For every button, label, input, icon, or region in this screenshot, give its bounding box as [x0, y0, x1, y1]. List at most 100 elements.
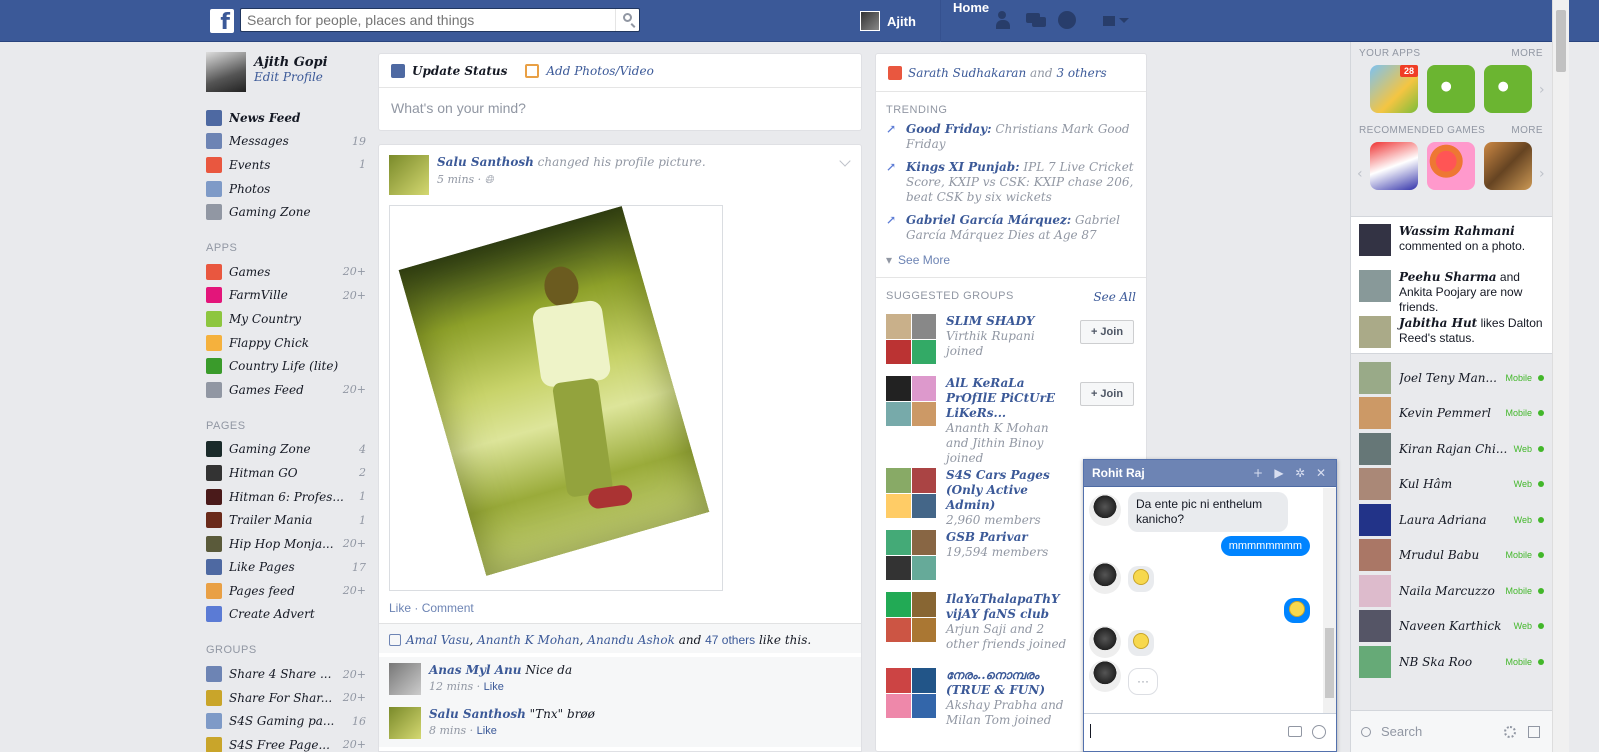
profile-link[interactable]: Ajith [860, 0, 916, 42]
group-item[interactable]: Share For Shar... 20+ [206, 686, 366, 710]
add-photos-tab[interactable]: Add Photos/Video [525, 63, 654, 78]
comment-time[interactable]: 12 mins · [429, 680, 484, 693]
page-item[interactable]: Hitman GO 2 [206, 461, 366, 485]
trending-item[interactable]: ↗ Gabriel García Márquez: Gabriel García … [876, 211, 1146, 245]
app-item[interactable]: Games Feed 20+ [206, 378, 366, 402]
camera-icon[interactable] [1288, 726, 1302, 737]
nav-item[interactable]: News Feed [206, 106, 366, 130]
edit-profile-link[interactable]: Edit Profile [254, 70, 328, 84]
emoticon-icon[interactable] [1312, 725, 1326, 739]
avatar[interactable] [206, 52, 246, 92]
app-item[interactable]: FarmVille 20+ [206, 284, 366, 308]
app-flappy-icon[interactable] [1484, 65, 1532, 113]
trending-topic[interactable]: Kings XI Punjab: [906, 160, 1020, 174]
comment-like-link[interactable]: Like [477, 725, 497, 737]
likes-others-link[interactable]: 47 others [705, 633, 755, 647]
comment-link[interactable]: Comment [422, 601, 474, 615]
page-item[interactable]: Like Pages 17 [206, 556, 366, 580]
trending-item[interactable]: ↗ Good Friday: Christians Mark Good Frida… [876, 120, 1146, 154]
group-photos[interactable] [886, 468, 936, 518]
app-item[interactable]: Flappy Chick [206, 331, 366, 355]
group-photos[interactable] [886, 530, 936, 580]
group-name[interactable]: GSB Parivar [946, 530, 1072, 545]
page-item[interactable]: Create Advert [206, 603, 366, 627]
more-link[interactable]: MORE [1511, 48, 1543, 59]
chat-search-input[interactable]: Search [1381, 724, 1504, 739]
page-item[interactable]: Trailer Mania 1 [206, 508, 366, 532]
see-more-link[interactable]: See More [876, 249, 1146, 278]
group-item[interactable]: S4S Gaming pa... 16 [206, 709, 366, 733]
game-candy-crush-icon[interactable] [1427, 142, 1475, 190]
profile-name[interactable]: Ajith Gopi [254, 55, 328, 70]
comment-avatar[interactable] [389, 707, 421, 739]
page-scrollbar[interactable] [1552, 0, 1569, 752]
gear-icon[interactable]: ✲ [1294, 467, 1306, 479]
see-all-link[interactable]: See All [1093, 290, 1136, 304]
group-name[interactable]: IlaYaThalapaThY vijAY faNS club [946, 592, 1072, 622]
comment-author[interactable]: Anas Myl Anu [429, 663, 522, 677]
chat-friend[interactable]: Mrudul Babu Mobile [1351, 538, 1552, 574]
home-link[interactable]: Home [940, 0, 1001, 42]
privacy-shortcuts-icon[interactable] [1103, 11, 1143, 29]
status-input[interactable]: What's on your mind? [379, 88, 861, 128]
profile-picture-photo[interactable] [389, 205, 723, 591]
like-link[interactable]: Like [389, 601, 411, 615]
facebook-logo[interactable]: f [210, 9, 234, 33]
group-item[interactable]: Share 4 Share ... 20+ [206, 662, 366, 686]
birthday-name[interactable]: Sarath Sudhakaran [908, 66, 1026, 80]
chat-input[interactable] [1084, 713, 1336, 751]
notifications-icon[interactable] [1058, 11, 1076, 29]
search-button[interactable] [615, 9, 639, 31]
group-name[interactable]: S4S Cars Pages (Only Active Admin) [946, 468, 1072, 513]
game-icon[interactable] [1484, 142, 1532, 190]
group-photos[interactable] [886, 376, 936, 426]
chat-friend[interactable]: Laura Adriana Web [1351, 502, 1552, 538]
group-photos[interactable] [886, 592, 936, 642]
chat-friend[interactable]: Kevin Pemmerl Mobile [1351, 396, 1552, 432]
page-item[interactable]: Pages feed 20+ [206, 579, 366, 603]
chat-friend[interactable]: Naila Marcuzzo Mobile [1351, 573, 1552, 609]
chat-title[interactable]: Rohit Raj [1092, 466, 1252, 480]
chat-friend[interactable]: Kiran Rajan Chi... Web [1351, 431, 1552, 467]
page-item[interactable]: Gaming Zone 4 [206, 438, 366, 462]
chat-friend[interactable]: Naveen Karthick Web [1351, 609, 1552, 645]
chat-friend[interactable]: Kul Hâm Web [1351, 467, 1552, 503]
update-status-tab[interactable]: Update Status [391, 63, 507, 78]
birthday-reminder[interactable]: Sarath Sudhakaran and 3 others [876, 54, 1146, 92]
nav-item[interactable]: Events 1 [206, 153, 366, 177]
chevron-down-icon[interactable] [839, 155, 851, 167]
chat-friend[interactable]: Joel Teny Man... Mobile [1351, 360, 1552, 396]
story-author[interactable]: Salu Santhosh [437, 155, 534, 169]
profile-card[interactable]: Ajith Gopi Edit Profile [206, 52, 366, 94]
app-item[interactable]: Country Life (lite) [206, 354, 366, 378]
messages-icon[interactable] [1026, 11, 1046, 29]
group-item[interactable]: S4S Free Page... 20+ [206, 733, 366, 752]
app-flappy-icon[interactable] [1427, 65, 1475, 113]
compose-icon[interactable] [1528, 725, 1540, 738]
group-photos[interactable] [886, 668, 936, 718]
nav-item[interactable]: Gaming Zone [206, 200, 366, 224]
group-name[interactable]: നേരം..നൊമ്പരം (TRUE & FUN) [946, 668, 1072, 698]
search-input[interactable] [241, 9, 601, 31]
trending-topic[interactable]: Gabriel García Márquez: [906, 213, 1071, 227]
nav-item[interactable]: Photos [206, 177, 366, 201]
next-arrow-icon[interactable]: › [1539, 82, 1545, 98]
chat-scrollbar-thumb[interactable] [1325, 628, 1334, 698]
comment-avatar[interactable] [389, 663, 421, 695]
app-item[interactable]: Games 20+ [206, 260, 366, 284]
group-photos[interactable] [886, 314, 936, 364]
author-avatar[interactable] [389, 155, 429, 195]
chat-friend[interactable]: NB Ska Roo Mobile [1351, 644, 1552, 680]
chat-titlebar[interactable]: Rohit Raj + ▶ ✲ ✕ [1084, 460, 1336, 487]
app-farmville-icon[interactable]: 28 [1370, 65, 1418, 113]
liker-link[interactable]: Amal Vasu [406, 633, 469, 647]
comment-author[interactable]: Salu Santhosh [429, 707, 526, 721]
close-icon[interactable]: ✕ [1315, 467, 1327, 479]
comment-like-link[interactable]: Like [484, 681, 504, 693]
more-link[interactable]: MORE [1511, 125, 1543, 136]
video-call-icon[interactable]: ▶ [1273, 467, 1285, 479]
trending-item[interactable]: ↗ Kings XI Punjab: IPL 7 Live Cricket Sco… [876, 158, 1146, 207]
ticker-item[interactable]: Wassim Rahmani commented on a photo. [1351, 217, 1552, 263]
nav-item[interactable]: Messages 19 [206, 130, 366, 154]
next-arrow-icon[interactable]: › [1539, 166, 1545, 182]
